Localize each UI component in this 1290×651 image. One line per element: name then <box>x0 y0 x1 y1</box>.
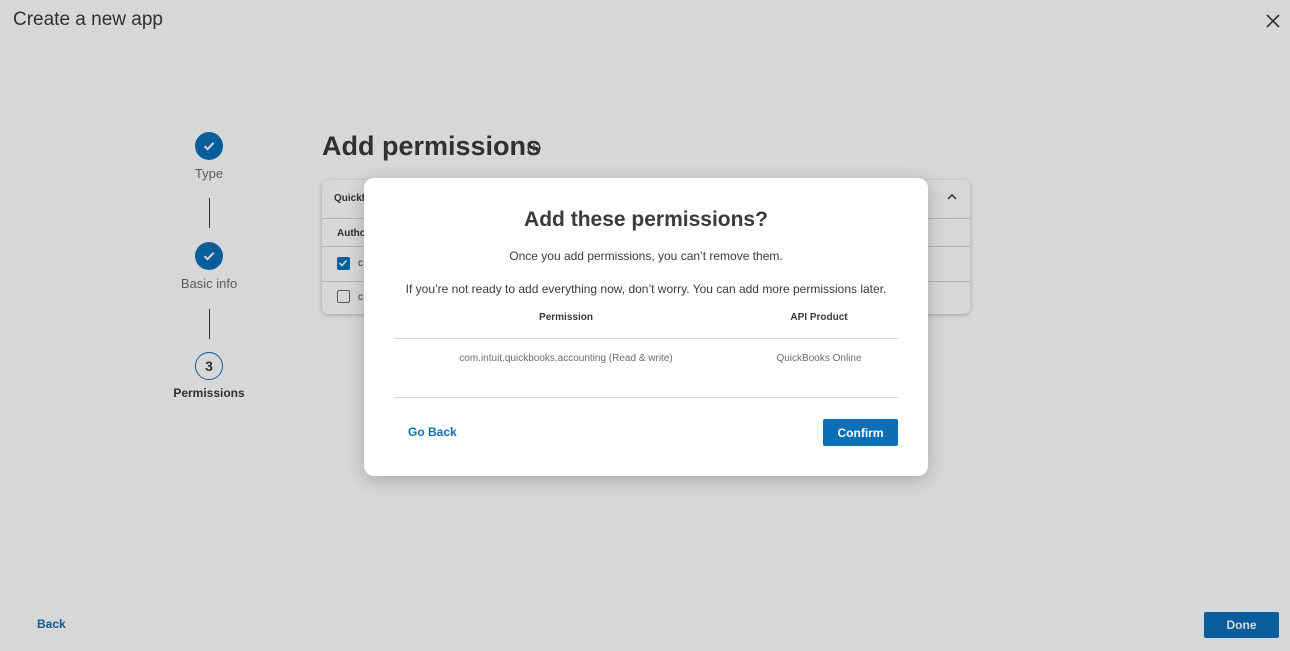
dialog-subtitle-1: Once you add permissions, you can’t remo… <box>509 249 783 263</box>
confirm-permissions-dialog: Add these permissions? Once you add perm… <box>364 178 928 476</box>
column-header-permission: Permission <box>539 312 593 323</box>
go-back-button[interactable]: Go Back <box>408 425 457 439</box>
permission-cell: com.intuit.quickbooks.accounting (Read &… <box>459 353 673 364</box>
dialog-title: Add these permissions? <box>524 208 768 231</box>
api-product-cell: QuickBooks Online <box>776 353 862 364</box>
confirm-button[interactable]: Confirm <box>823 419 898 446</box>
table-divider <box>394 338 898 339</box>
column-header-api-product: API Product <box>790 312 848 323</box>
dialog-subtitle-2: If you’re not ready to add everything no… <box>405 282 887 296</box>
table-divider <box>394 397 898 398</box>
